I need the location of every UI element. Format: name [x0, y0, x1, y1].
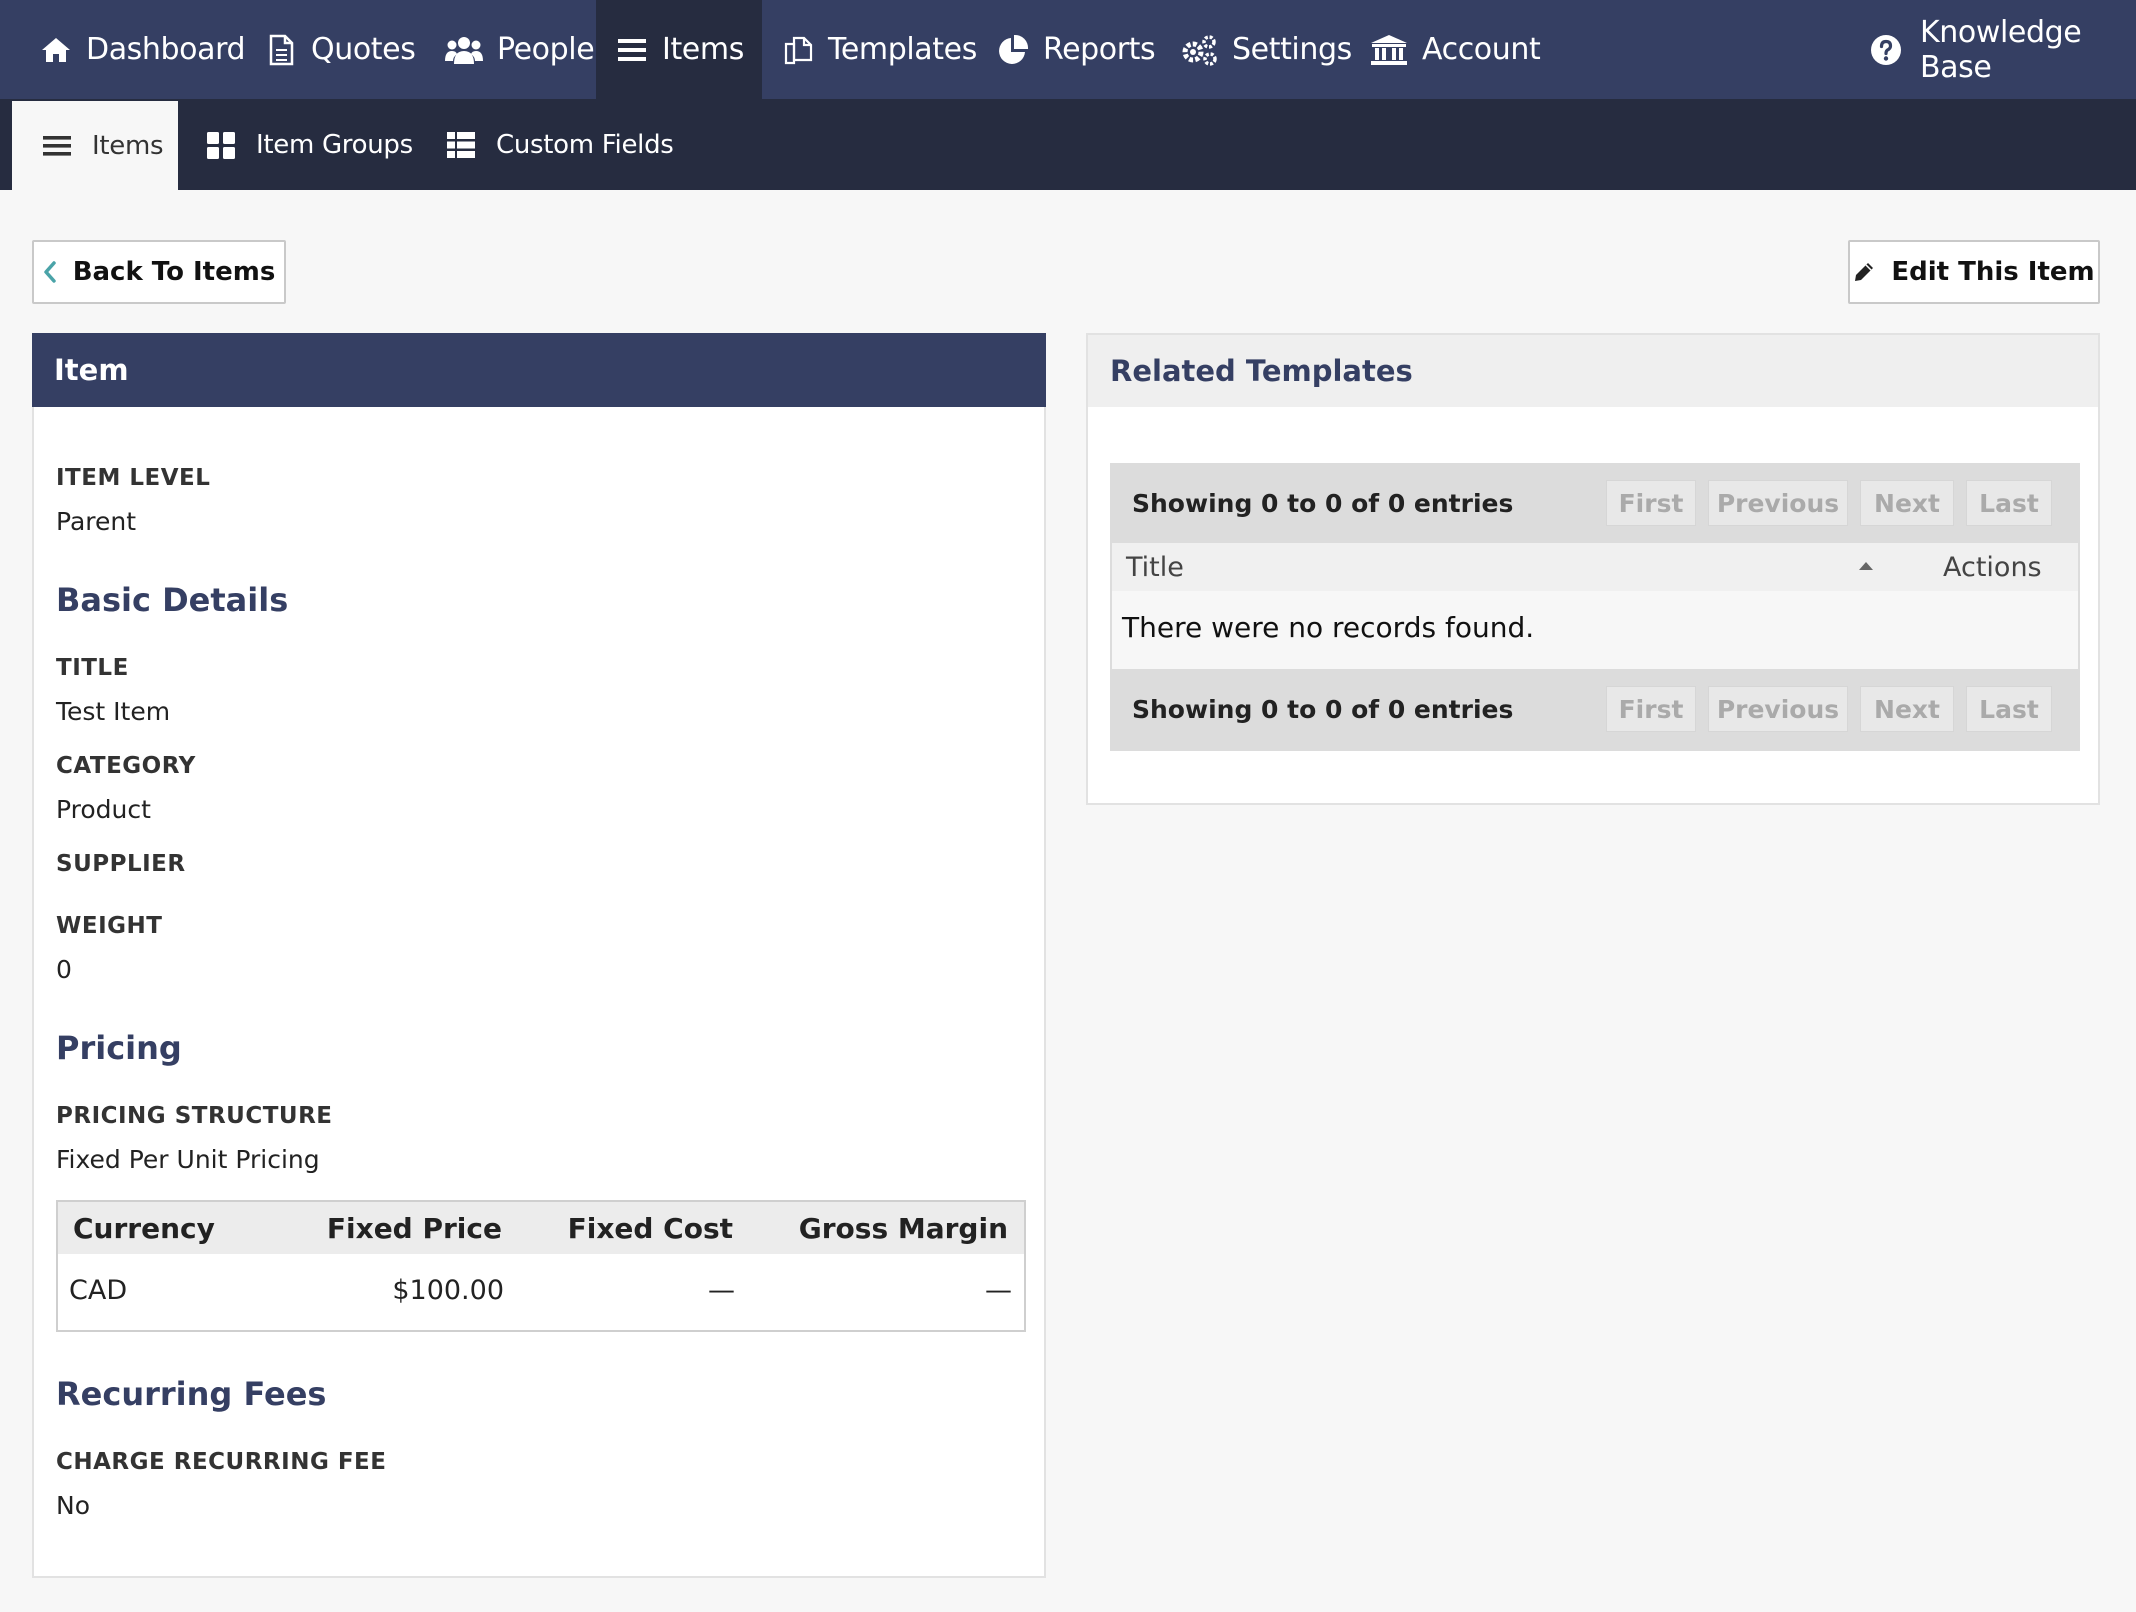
- datatable-top-bar: Showing 0 to 0 of 0 entries First Previo…: [1110, 463, 2080, 543]
- nav-knowledge-base-label: Knowledge Base: [1920, 14, 2082, 85]
- related-templates-panel: Related Templates Showing 0 to 0 of 0 en…: [1086, 333, 2100, 805]
- pricing-structure-label: PRICING STRUCTURE: [56, 1103, 333, 1129]
- pager-previous-bottom[interactable]: Previous: [1708, 686, 1848, 732]
- category-label: CATEGORY: [56, 753, 196, 779]
- cell-currency: CAD: [69, 1275, 128, 1306]
- col-currency: Currency: [73, 1212, 215, 1245]
- subnav-items-label: Items: [92, 130, 164, 161]
- nav-account-label: Account: [1422, 32, 1541, 67]
- templates-datatable: Showing 0 to 0 of 0 entries First Previo…: [1110, 463, 2080, 751]
- nav-account[interactable]: Account: [1350, 0, 1560, 99]
- entries-info-bottom: Showing 0 to 0 of 0 entries: [1132, 695, 1514, 724]
- nav-knowledge-base[interactable]: Knowledge Base: [1850, 0, 2136, 99]
- nav-quotes[interactable]: Quotes: [245, 0, 435, 99]
- nav-items-label: Items: [662, 32, 744, 67]
- col-gross-margin: Gross Margin: [798, 1212, 1008, 1245]
- pager-last-top[interactable]: Last: [1966, 480, 2052, 526]
- category-value: Product: [56, 795, 151, 824]
- nav-quotes-label: Quotes: [311, 32, 416, 67]
- document-icon: [269, 34, 294, 65]
- nav-settings-label: Settings: [1232, 32, 1352, 67]
- pager-first-bottom[interactable]: First: [1606, 686, 1696, 732]
- nav-people-label: People: [497, 32, 595, 67]
- pager-next-top[interactable]: Next: [1860, 480, 1954, 526]
- edit-item-button[interactable]: Edit This Item: [1848, 240, 2100, 304]
- item-level-value: Parent: [56, 507, 137, 536]
- list-icon: [618, 38, 646, 61]
- nav-reports[interactable]: Reports: [977, 0, 1175, 99]
- cell-fixed-cost: —: [708, 1275, 735, 1306]
- nav-dashboard[interactable]: Dashboard: [20, 0, 265, 99]
- col-fixed-price: Fixed Price: [326, 1212, 502, 1245]
- sub-nav: Items Item Groups Custom Fields: [0, 99, 2136, 190]
- weight-value: 0: [56, 955, 72, 984]
- nav-people[interactable]: People: [425, 0, 614, 99]
- charge-recurring-fee-label: CHARGE RECURRING FEE: [56, 1449, 387, 1475]
- basic-details-heading: Basic Details: [56, 581, 289, 619]
- item-level-label: ITEM LEVEL: [56, 465, 211, 491]
- cell-gross-margin: —: [985, 1275, 1012, 1306]
- item-panel: Item ITEM LEVEL Parent Basic Details TIT…: [32, 333, 1046, 1578]
- subnav-custom-fields[interactable]: Custom Fields: [446, 99, 674, 190]
- grid-icon: [207, 131, 235, 159]
- recurring-fees-heading: Recurring Fees: [56, 1375, 327, 1413]
- sort-asc-icon[interactable]: [1858, 561, 1874, 571]
- subnav-item-groups[interactable]: Item Groups: [206, 99, 413, 190]
- pricing-heading: Pricing: [56, 1029, 182, 1067]
- charge-recurring-fee-value: No: [56, 1491, 90, 1520]
- pricing-table: Currency Fixed Price Fixed Cost Gross Ma…: [56, 1200, 1026, 1332]
- nav-templates-label: Templates: [828, 32, 977, 67]
- col-actions: Actions: [1943, 552, 2042, 583]
- col-title[interactable]: Title: [1126, 552, 1184, 583]
- home-icon: [42, 37, 70, 62]
- cell-fixed-price: $100.00: [392, 1275, 504, 1306]
- pencil-icon: [1855, 263, 1874, 281]
- subnav-items[interactable]: Items: [12, 101, 178, 190]
- empty-message: There were no records found.: [1122, 611, 1535, 644]
- nav-dashboard-label: Dashboard: [86, 32, 246, 67]
- pager-last-bottom[interactable]: Last: [1966, 686, 2052, 732]
- chevron-left-icon: [43, 261, 56, 283]
- pricing-table-header: Currency Fixed Price Fixed Cost Gross Ma…: [58, 1202, 1024, 1254]
- back-to-items-button[interactable]: Back To Items: [32, 240, 286, 304]
- subnav-custom-fields-label: Custom Fields: [496, 129, 674, 160]
- edit-item-label: Edit This Item: [1891, 257, 2095, 287]
- datatable-bottom-bar: Showing 0 to 0 of 0 entries First Previo…: [1110, 669, 2080, 749]
- nav-templates[interactable]: Templates: [762, 0, 997, 99]
- bank-icon: [1371, 34, 1407, 65]
- pager-previous-top[interactable]: Previous: [1708, 480, 1848, 526]
- nav-settings[interactable]: Settings: [1160, 0, 1372, 99]
- datatable-body: There were no records found.: [1112, 591, 2078, 669]
- supplier-label: SUPPLIER: [56, 851, 186, 877]
- pager-first-top[interactable]: First: [1606, 480, 1696, 526]
- nav-items[interactable]: Items: [596, 0, 762, 99]
- top-nav: Dashboard Quotes People Items Templates …: [0, 0, 2136, 99]
- back-to-items-label: Back To Items: [72, 257, 276, 287]
- title-value: Test Item: [56, 697, 171, 726]
- col-fixed-cost: Fixed Cost: [567, 1212, 733, 1245]
- weight-label: WEIGHT: [56, 913, 163, 939]
- related-templates-title: Related Templates: [1088, 335, 2098, 407]
- list-icon: [43, 135, 71, 156]
- title-label: TITLE: [56, 655, 129, 681]
- pie-chart-icon: [999, 34, 1029, 64]
- pricing-structure-value: Fixed Per Unit Pricing: [56, 1145, 320, 1174]
- table-list-icon: [447, 131, 475, 158]
- entries-info-top: Showing 0 to 0 of 0 entries: [1132, 489, 1514, 518]
- item-panel-title: Item: [32, 333, 1046, 407]
- question-circle-icon: [1871, 34, 1901, 65]
- pager-next-bottom[interactable]: Next: [1860, 686, 1954, 732]
- gears-icon: [1182, 34, 1217, 66]
- people-icon: [445, 36, 483, 64]
- subnav-item-groups-label: Item Groups: [256, 129, 413, 160]
- templates-icon: [784, 36, 813, 64]
- nav-reports-label: Reports: [1043, 32, 1156, 67]
- datatable-header: Title Actions: [1112, 543, 2078, 591]
